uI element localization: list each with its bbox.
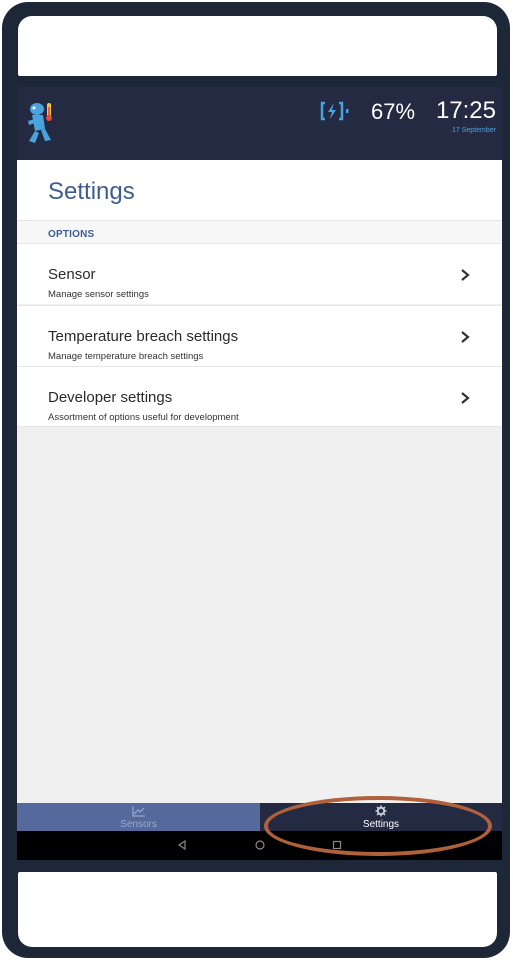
gear-icon: [375, 805, 387, 817]
settings-item-temperature-breach[interactable]: Temperature breach settings Manage tempe…: [17, 305, 502, 366]
settings-item-description: Manage sensor settings: [48, 289, 149, 300]
settings-item-label: Temperature breach settings: [48, 328, 239, 345]
settings-item-sensor[interactable]: Sensor Manage sensor settings: [17, 243, 502, 304]
top-bezel: [18, 16, 497, 76]
tab-sensors[interactable]: Sensors: [17, 803, 260, 831]
settings-item-description: Manage temperature breach settings: [48, 351, 204, 362]
chevron-right-icon: [461, 269, 470, 281]
chevron-right-icon: [461, 392, 470, 404]
bottom-bezel: [18, 872, 497, 947]
settings-item-description: Assortment of options useful for develop…: [48, 412, 239, 423]
title-section: Settings: [17, 160, 502, 221]
section-header: OPTIONS: [17, 221, 502, 243]
tab-sensors-label: Sensors: [120, 819, 157, 830]
chevron-right-icon: [461, 331, 470, 343]
system-navigation-bar: [17, 831, 502, 860]
clock-time: 17:25: [435, 97, 496, 124]
settings-item-developer[interactable]: Developer settings Assortment of options…: [17, 366, 502, 427]
app-screen: 67% 17:25 17 September Settings OPTIONS …: [17, 87, 502, 860]
app-logo-icon: [28, 103, 52, 143]
home-icon[interactable]: [254, 839, 266, 851]
charging-battery-icon: [320, 101, 349, 121]
line-chart-icon: [131, 806, 145, 817]
recents-icon[interactable]: [331, 839, 343, 851]
bottom-navigation: Sensors Settings: [17, 803, 502, 831]
settings-item-label: Developer settings: [48, 389, 173, 406]
battery-percent: 67%: [371, 99, 416, 124]
settings-item-label: Sensor: [48, 266, 96, 283]
page-title: Settings: [48, 178, 135, 205]
tab-settings[interactable]: Settings: [260, 803, 502, 831]
clock-date: 17 September: [452, 127, 496, 134]
back-icon[interactable]: [176, 839, 188, 851]
top-app-bar: 67% 17:25 17 September: [17, 87, 502, 160]
section-header-label: OPTIONS: [48, 229, 95, 240]
tab-settings-label: Settings: [362, 819, 400, 830]
